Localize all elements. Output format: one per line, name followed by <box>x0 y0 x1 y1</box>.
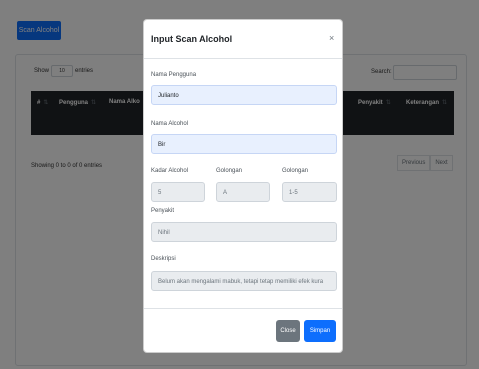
nama-alcohol-input[interactable]: Bir <box>151 134 337 154</box>
nama-pengguna-input[interactable]: Julianto <box>151 85 337 105</box>
golongan-input: A <box>216 182 270 202</box>
modal-title: Input Scan Alcohol <box>151 34 233 44</box>
golongan-range-input: 1-5 <box>282 182 337 202</box>
close-button[interactable]: Close <box>276 320 300 342</box>
kadar-alcohol-input: 5 <box>151 182 205 202</box>
kadar-alcohol-label: Kadar Alcohol <box>151 168 189 174</box>
input-scan-modal: Input Scan Alcohol × Nama Pengguna Julia… <box>143 19 343 353</box>
modal-footer: Close Simpan <box>144 308 342 353</box>
penyakit-label: Penyakit <box>151 208 175 214</box>
penyakit-input: Nihil <box>151 222 337 242</box>
save-button[interactable]: Simpan <box>304 320 336 342</box>
deskripsi-label: Deskripsi <box>151 256 176 262</box>
nama-alcohol-label: Nama Alcohol <box>151 121 189 127</box>
golongan-range-label: Golongan <box>282 168 309 174</box>
nama-pengguna-label: Nama Pengguna <box>151 72 197 78</box>
golongan-label: Golongan <box>216 168 243 174</box>
modal-header: Input Scan Alcohol × <box>144 20 342 59</box>
deskripsi-input: Belum akan mengalami mabuk, tetapi tetap… <box>151 271 337 291</box>
close-icon[interactable]: × <box>329 33 334 43</box>
